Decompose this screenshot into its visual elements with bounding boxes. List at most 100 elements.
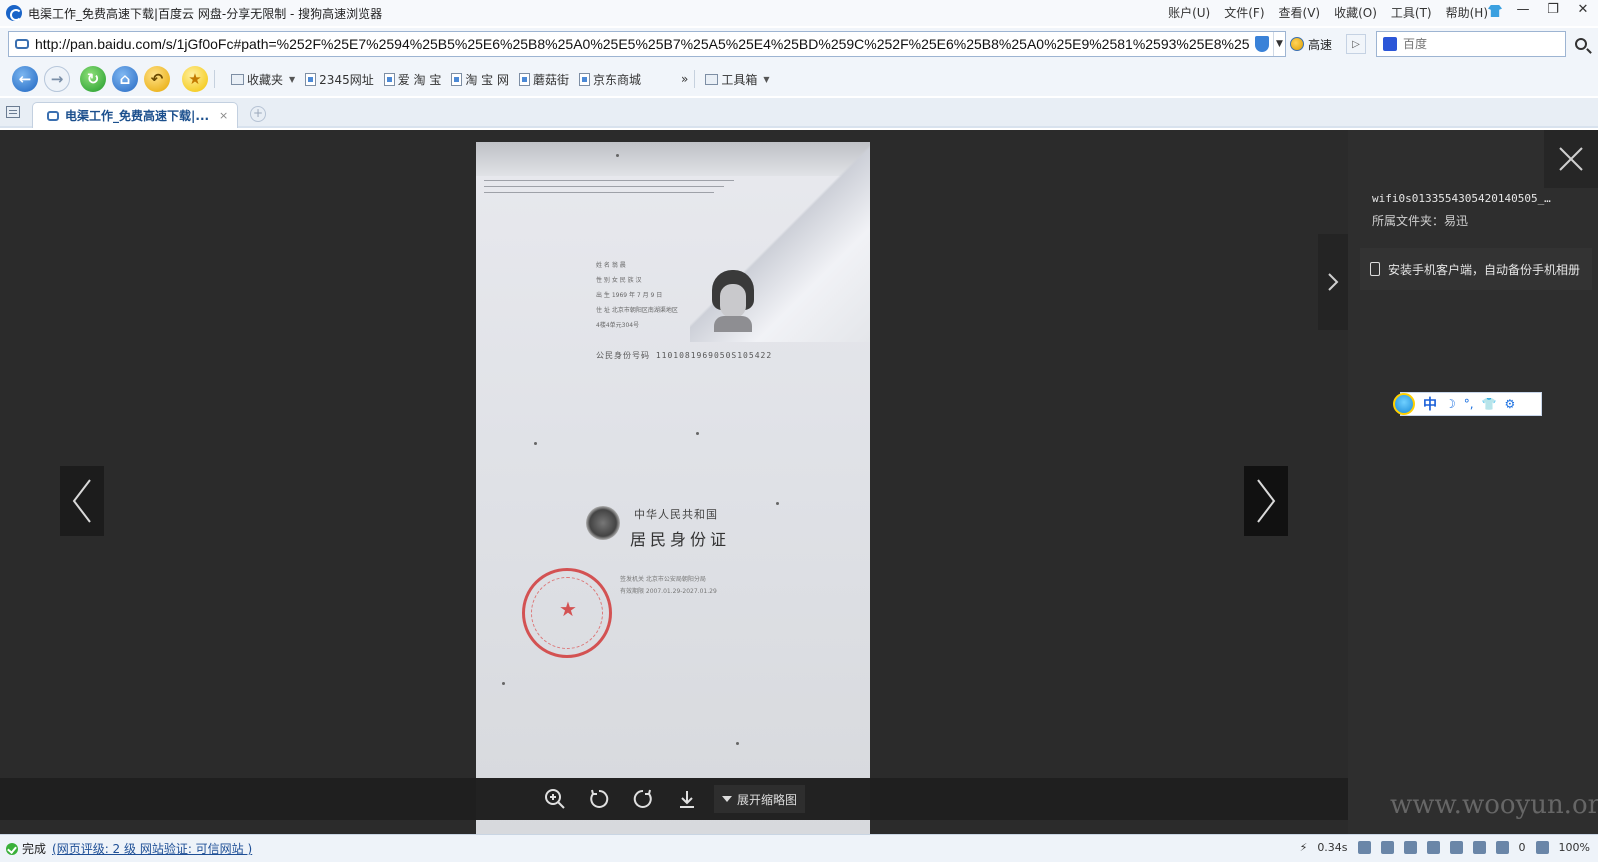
ime-settings-icon[interactable]: ⚙: [1505, 397, 1516, 411]
new-tab-button[interactable]: +: [250, 106, 266, 122]
zoom-level[interactable]: 100%: [1559, 841, 1590, 854]
previous-image-button[interactable]: [60, 466, 104, 536]
status-bar: 完成 (网页评级: 2 级 网站验证: 可信网站 ) ⚡ 0.34s 0 100…: [0, 834, 1598, 862]
ime-toolbar[interactable]: 中 ☽ °, 👕 ⚙: [1393, 392, 1542, 416]
ime-moon-icon[interactable]: ☽: [1445, 397, 1456, 411]
refresh-button[interactable]: ↻: [80, 66, 106, 92]
tab-list-icon[interactable]: [6, 106, 20, 118]
bookmark-label: 京东商城: [593, 72, 642, 87]
menu-file[interactable]: 文件(F): [1224, 4, 1264, 21]
next-image-button[interactable]: [1244, 466, 1288, 536]
download-button[interactable]: [674, 786, 700, 812]
window-controls: — ❐ ✕: [1488, 2, 1592, 17]
person-icon[interactable]: [1380, 841, 1394, 854]
menu-help[interactable]: 帮助(H): [1446, 4, 1488, 21]
url-dropdown-button[interactable]: ▼: [1273, 32, 1285, 56]
status-text: 完成: [22, 842, 47, 856]
forward-button[interactable]: →: [44, 66, 70, 92]
menu-view[interactable]: 查看(V): [1279, 4, 1321, 21]
scan-speck: [502, 682, 505, 685]
status-ok-icon: [6, 842, 18, 855]
id-country: 中华人民共和国: [634, 508, 718, 521]
tab-label: 电渠工作_免费高速下载|...: [65, 109, 210, 123]
translate-icon[interactable]: [1357, 841, 1371, 854]
bookmark-taobao[interactable]: 淘 宝 网: [451, 71, 509, 88]
scan-speck: [534, 442, 537, 445]
ime-mode-toggle[interactable]: 中: [1423, 394, 1437, 414]
toolbar: ← → ↻ ⌂ ↶ ★ 收藏夹 ▼ 2345网址 爱 淘 宝 淘 宝 网 蘑菇街…: [0, 62, 1598, 96]
speed-mode-button[interactable]: 高速: [1290, 32, 1332, 56]
rotate-right-icon: [633, 789, 652, 808]
menu-favorites[interactable]: 收藏(O): [1334, 4, 1377, 21]
rotate-left-button[interactable]: [586, 786, 612, 812]
rotate-left-icon: [590, 789, 609, 808]
home-tray-icon[interactable]: [1449, 841, 1463, 854]
portrait-face: [720, 284, 746, 318]
restore-button[interactable]: ❐: [1544, 2, 1562, 17]
portrait-shoulders: [714, 316, 752, 332]
toolbar-divider: [694, 70, 696, 88]
rotate-right-button[interactable]: [630, 786, 656, 812]
minimize-button[interactable]: —: [1514, 2, 1532, 17]
tab-active[interactable]: 电渠工作_免费高速下载|... ×: [32, 102, 238, 128]
close-window-button[interactable]: ✕: [1574, 2, 1592, 17]
favorites-icon: [231, 73, 244, 85]
file-name: wifi0s0133554305420140505_…: [1372, 192, 1551, 205]
baidu-engine-icon[interactable]: [1383, 37, 1397, 51]
search-input[interactable]: [1403, 37, 1553, 51]
expand-thumbnails-button[interactable]: 展开缩略图: [714, 785, 806, 813]
bookmark-mogujie[interactable]: 蘑菇街: [519, 71, 569, 88]
bookmark-jd[interactable]: 京东商城: [579, 71, 641, 88]
site-favicon-icon: [15, 39, 29, 49]
zoom-in-button[interactable]: [542, 786, 568, 812]
more-bookmarks-button[interactable]: »: [681, 72, 688, 86]
id-validity: 有效期限 2007.01.29-2027.01.29: [620, 588, 717, 595]
menu-account[interactable]: 账户(U): [1168, 4, 1210, 21]
collapse-panel-button[interactable]: [1318, 234, 1348, 330]
status-tray: ⚡ 0.34s 0 100%: [1300, 841, 1590, 854]
chevron-right-icon: [1328, 273, 1339, 291]
national-emblem-icon: [586, 506, 620, 540]
ime-punctuation-icon[interactable]: °,: [1464, 397, 1474, 411]
address-bar[interactable]: http://pan.baidu.com/s/1jGf0oFc#path=%25…: [8, 31, 1286, 57]
tab-close-icon[interactable]: ×: [219, 109, 228, 122]
chevron-down-icon: ▼: [289, 74, 296, 84]
bookmark-2345[interactable]: 2345网址: [305, 71, 374, 88]
menu-bar: 账户(U) 文件(F) 查看(V) 收藏(O) 工具(T) 帮助(H): [1168, 4, 1488, 21]
search-box[interactable]: [1376, 31, 1566, 57]
side-panel: wifi0s0133554305420140505_… 所属文件夹：易迅 安装手…: [1318, 130, 1598, 834]
search-button[interactable]: [1568, 31, 1594, 57]
skin-icon[interactable]: [1488, 5, 1502, 17]
toolbox-menu[interactable]: 工具箱 ▼: [705, 71, 770, 88]
viewer-controls: 展开缩略图: [476, 778, 870, 820]
close-viewer-button[interactable]: [1544, 130, 1598, 188]
download-manager-icon[interactable]: [1403, 841, 1417, 854]
install-client-text: 安装手机客户端，自动备份手机相册: [1388, 262, 1581, 277]
screen-icon[interactable]: [1472, 841, 1486, 854]
add-favorite-button[interactable]: ★: [182, 66, 208, 92]
back-button[interactable]: ←: [12, 66, 38, 92]
zoom-icon[interactable]: [1535, 841, 1549, 854]
site-rating-link[interactable]: (网页评级: 2 级 网站验证: 可信网站 ): [52, 840, 252, 857]
ime-skin-icon[interactable]: 👕: [1482, 397, 1497, 411]
chevron-right-icon: [1257, 479, 1276, 523]
bookmark-ai-taobao[interactable]: 爱 淘 宝: [383, 71, 442, 88]
play-button[interactable]: ▷: [1346, 34, 1366, 54]
bookmark-label: 爱 淘 宝: [397, 72, 442, 87]
security-shield-icon[interactable]: [1255, 36, 1269, 52]
eye-icon[interactable]: [1495, 841, 1509, 854]
toolbox-icon: [705, 73, 719, 85]
id-card-front: 姓 名 翁 晨 性 别 女 民 族 汉 出 生 1969 年 7 月 9 日 住…: [596, 260, 776, 370]
volume-icon[interactable]: [1426, 841, 1440, 854]
sogou-ime-logo-icon[interactable]: [1393, 393, 1415, 415]
window-title: 电渠工作_免费高速下载|百度云 网盘-分享无限制 - 搜狗高速浏览器: [28, 6, 383, 21]
shield-counter: 0: [1518, 841, 1526, 854]
stamp-ring: [531, 577, 603, 649]
undo-close-button[interactable]: ↶: [144, 66, 170, 92]
url-text[interactable]: http://pan.baidu.com/s/1jGf0oFc#path=%25…: [35, 36, 1255, 52]
favorites-menu[interactable]: 收藏夹 ▼: [231, 71, 295, 88]
speed-mode-icon: [1290, 37, 1304, 51]
menu-tools[interactable]: 工具(T): [1391, 4, 1432, 21]
install-client-banner[interactable]: 安装手机客户端，自动备份手机相册: [1360, 248, 1592, 290]
home-button[interactable]: ⌂: [112, 66, 138, 92]
